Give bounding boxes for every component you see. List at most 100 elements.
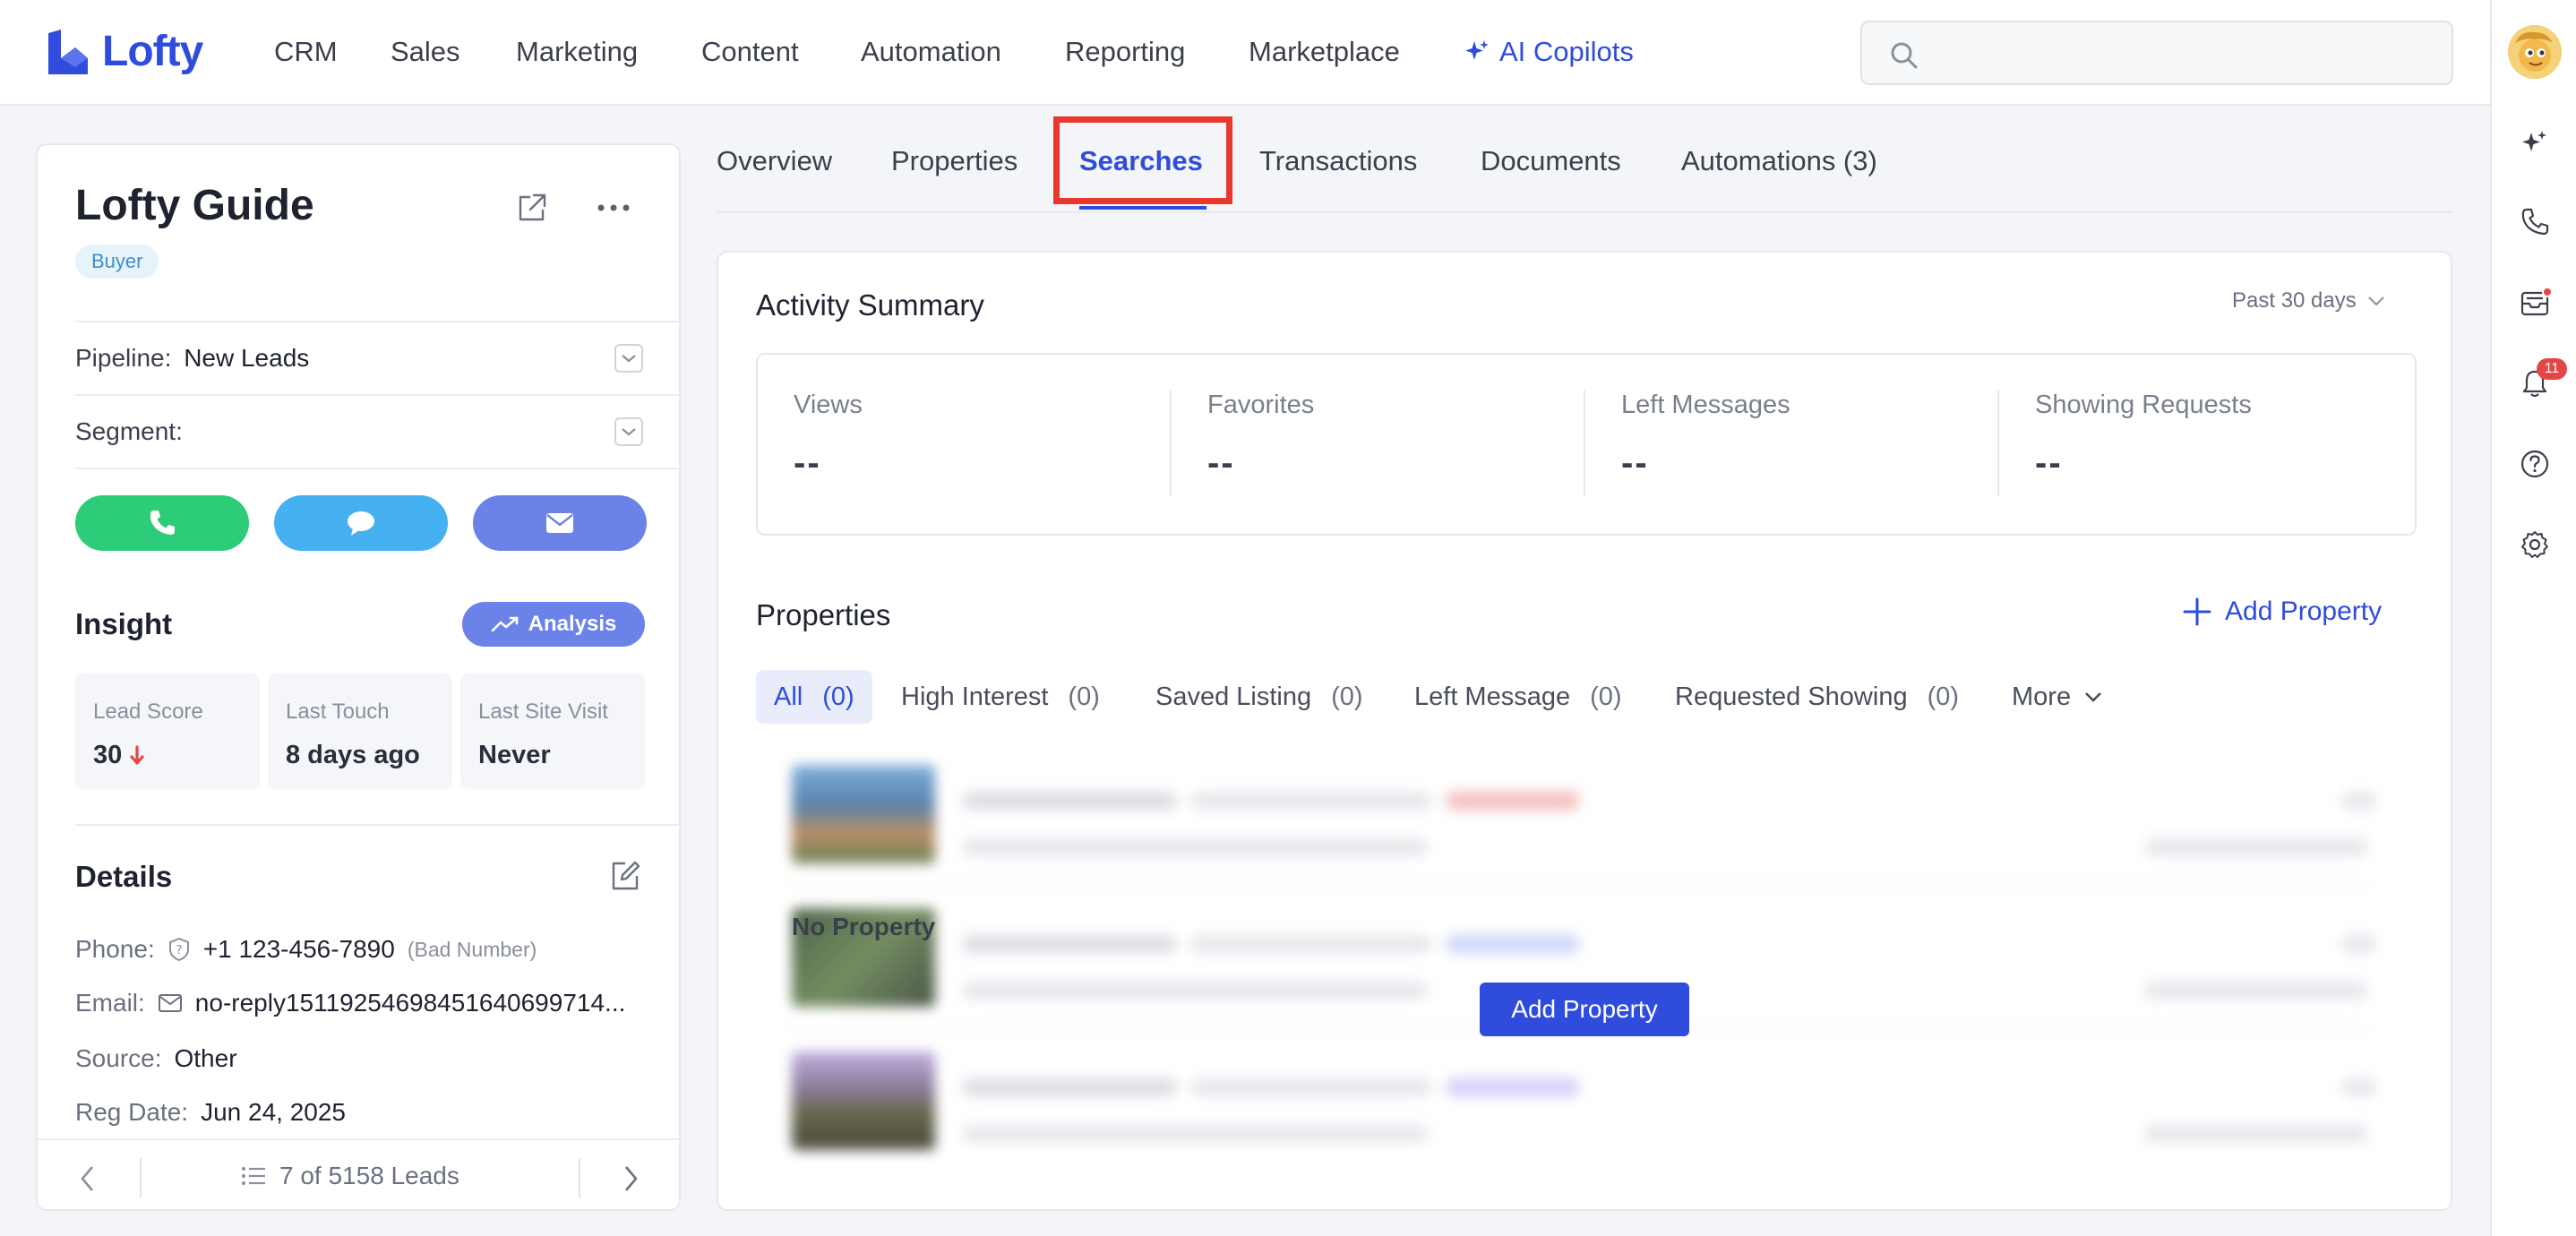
rail-notifications-icon[interactable]: 11	[2517, 358, 2567, 401]
filter-requested-showing[interactable]: Requested Showing (0)	[1675, 670, 1959, 724]
email-button[interactable]	[473, 495, 647, 551]
call-button[interactable]	[75, 495, 249, 551]
chevron-left-icon[interactable]	[77, 1163, 99, 1194]
lead-pager: 7 of 5158 Leads	[38, 1138, 679, 1209]
trend-line-icon	[491, 616, 518, 632]
rail-ai-sparkle-icon[interactable]	[2517, 125, 2553, 161]
more-options-icon[interactable]	[593, 192, 634, 224]
nav-sales[interactable]: Sales	[391, 36, 460, 68]
reg-date-row: Reg Date: Jun 24, 2025	[75, 1098, 346, 1127]
source-row: Source: Other	[75, 1044, 237, 1073]
list-icon	[242, 1167, 265, 1185]
chevron-down-icon	[622, 428, 636, 436]
analysis-button[interactable]: Analysis	[462, 602, 645, 647]
inbox-badge-dot	[2542, 287, 2553, 297]
filter-count: (0)	[1331, 682, 1363, 711]
tab-properties[interactable]: Properties	[891, 145, 1018, 177]
tab-transactions[interactable]: Transactions	[1259, 145, 1417, 177]
open-external-icon[interactable]	[514, 190, 550, 226]
nav-marketplace[interactable]: Marketplace	[1249, 36, 1400, 68]
segment-dropdown[interactable]	[614, 417, 643, 446]
filter-left-message[interactable]: Left Message (0)	[1414, 670, 1622, 724]
text-message-button[interactable]	[274, 495, 448, 551]
stat-label: Left Messages	[1621, 391, 1790, 419]
placeholder-line	[2144, 838, 2368, 856]
reg-date-label: Reg Date:	[75, 1098, 189, 1126]
placeholder-line	[1190, 935, 1432, 953]
stat-label: Favorites	[1207, 391, 1315, 419]
phone-value[interactable]: +1 123-456-7890	[203, 935, 395, 964]
source-label: Source:	[75, 1044, 162, 1072]
global-search-input[interactable]	[1860, 21, 2453, 85]
pipeline-label: Pipeline:	[75, 344, 172, 372]
nav-marketing[interactable]: Marketing	[516, 36, 638, 68]
reg-date-value: Jun 24, 2025	[201, 1098, 346, 1126]
nav-crm[interactable]: CRM	[274, 36, 338, 68]
chevron-down-icon	[2085, 692, 2101, 702]
divider	[75, 824, 679, 826]
last-site-visit-metric: Last Site Visit Never	[460, 673, 645, 789]
add-property-link[interactable]: Add Property	[2182, 597, 2382, 627]
tab-automations[interactable]: Automations (3)	[1681, 145, 1877, 177]
lead-score-metric: Lead Score 30	[75, 673, 260, 789]
avatar[interactable]	[2508, 25, 2562, 79]
divider	[1584, 391, 1585, 496]
placeholder-line	[962, 792, 1177, 810]
rail-help-icon[interactable]	[2517, 446, 2553, 482]
pipeline-dropdown[interactable]	[614, 344, 643, 373]
nav-reporting[interactable]: Reporting	[1065, 36, 1185, 68]
activity-summary-box: Views -- Favorites -- Left Messages -- S…	[756, 353, 2417, 536]
time-range-select[interactable]: Past 30 days	[2232, 288, 2385, 313]
divider	[75, 468, 679, 469]
mail-icon	[158, 994, 182, 1012]
plus-icon	[2183, 597, 2211, 626]
pager-text: 7 of 5158 Leads	[279, 1162, 459, 1189]
pipeline-value: New Leads	[184, 344, 310, 372]
add-property-button[interactable]: Add Property	[1480, 983, 1689, 1036]
nav-ai-copilots[interactable]: AI Copilots	[1464, 36, 1634, 68]
placeholder-line	[962, 1125, 1428, 1143]
pager-status[interactable]: 7 of 5158 Leads	[240, 1162, 459, 1190]
svg-text:?: ?	[176, 944, 182, 957]
rail-settings-icon[interactable]	[2517, 527, 2553, 562]
stat-showing-requests: Showing Requests --	[2035, 391, 2393, 484]
filter-label: Requested Showing	[1675, 682, 1908, 711]
filter-label: Left Message	[1414, 682, 1571, 711]
rail-phone-icon[interactable]	[2517, 204, 2553, 240]
tab-overview[interactable]: Overview	[717, 145, 832, 177]
insight-title: Insight	[75, 607, 173, 640]
gear-icon	[2521, 531, 2548, 558]
stat-label: Views	[794, 391, 863, 419]
filter-all[interactable]: All (0)	[756, 670, 872, 724]
rail-inbox-icon[interactable]	[2517, 285, 2553, 321]
properties-title: Properties	[756, 598, 891, 631]
top-navigation: Lofty CRM Sales Marketing Content Automa…	[0, 0, 2490, 106]
placeholder-tag	[1446, 1077, 1580, 1097]
chevron-down-icon	[2368, 296, 2384, 306]
nav-content[interactable]: Content	[701, 36, 799, 68]
filter-high-interest[interactable]: High Interest (0)	[901, 670, 1100, 724]
email-value[interactable]: no-reply15119254698451640699714...	[195, 989, 626, 1017]
stat-views: Views --	[794, 391, 1152, 484]
filter-saved-listing[interactable]: Saved Listing (0)	[1155, 670, 1363, 724]
placeholder-thumbnail	[792, 765, 935, 863]
edit-icon[interactable]	[607, 858, 643, 894]
chevron-right-icon[interactable]	[620, 1163, 641, 1194]
tab-documents[interactable]: Documents	[1481, 145, 1621, 177]
lead-name: Lofty Guide	[75, 182, 314, 229]
placeholder-line	[2341, 935, 2377, 953]
nav-automation[interactable]: Automation	[861, 36, 1001, 68]
placeholder-line	[2341, 1078, 2377, 1096]
lofty-logo[interactable]: Lofty	[45, 27, 203, 76]
divider	[792, 885, 2368, 887]
divider	[579, 1158, 580, 1197]
email-label: Email:	[75, 989, 145, 1017]
divider	[75, 394, 679, 396]
placeholder-tag	[1446, 934, 1580, 954]
placeholder-row	[792, 765, 2377, 872]
filter-more-dropdown[interactable]: More	[2012, 670, 2103, 724]
divider	[140, 1158, 142, 1197]
placeholder-line	[962, 838, 1428, 856]
chevron-down-icon	[622, 355, 636, 363]
metric-label: Last Touch	[286, 700, 390, 724]
